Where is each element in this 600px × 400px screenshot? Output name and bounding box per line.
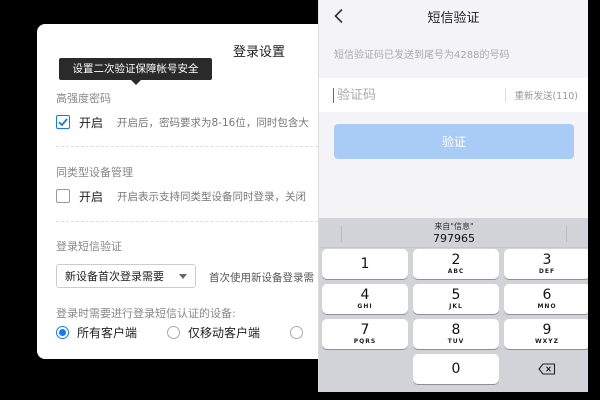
back-arrow-icon[interactable]: [332, 8, 346, 24]
key-number: 3: [542, 251, 552, 268]
key-2[interactable]: 2 ABC: [413, 249, 499, 279]
security-tooltip: 设置二次验证保障帐号安全: [59, 58, 212, 85]
key-letters: GHI: [357, 302, 373, 310]
keypad: 1 2 ABC 3 DEF 4 GHI 5 JKL 6 MNO 7 PQRS 8 TUV 9W…: [319, 248, 588, 384]
strong-password-section-label: 高强度密码: [56, 92, 111, 105]
device-management-description: 开启表示支持同类型设备同时登录，关闭: [117, 190, 307, 203]
radio-mobile-only-label: 仅移动客户端: [188, 326, 261, 340]
key-blank: [322, 354, 408, 384]
radio-all-clients[interactable]: [56, 326, 69, 339]
resend-button[interactable]: 重新发送(110): [505, 88, 578, 102]
key-7[interactable]: 7 PQRS: [322, 319, 408, 349]
key-letters: TUV: [447, 337, 465, 345]
device-management-row: 开启 开启表示支持同类型设备同时登录，关闭: [56, 187, 306, 205]
key-number: 1: [360, 255, 370, 272]
key-3[interactable]: 3 DEF: [504, 249, 588, 279]
sms-code-input[interactable]: [333, 87, 483, 103]
strong-password-description: 开启后，密码要求为8-16位，同时包含大: [117, 116, 309, 129]
otp-suggestion[interactable]: 来自"信息" 797965: [319, 218, 588, 248]
sms-policy-select[interactable]: 新设备首次登录需要: [56, 264, 196, 288]
key-number: 4: [360, 286, 370, 303]
radio-third-option[interactable]: [290, 326, 304, 339]
radio-all-clients-label: 所有客户端: [77, 326, 138, 340]
sms-policy-select-value: 新设备首次登录需要: [65, 270, 164, 283]
otp-suggestion-code: 797965: [433, 231, 475, 245]
device-management-checkbox[interactable]: [56, 189, 70, 203]
sms-login-section-label: 登录短信验证: [56, 240, 122, 253]
numeric-keyboard: 来自"信息" 797965 1 2 ABC 3 DEF 4 GHI 5 JKL 6 MNO…: [319, 218, 588, 392]
verify-button[interactable]: 验证: [334, 124, 574, 159]
otp-suggestion-source: 来自"信息": [434, 221, 474, 231]
backspace-icon: [538, 363, 556, 375]
key-9[interactable]: 9 WXYZ: [504, 319, 588, 349]
key-number: 8: [451, 321, 461, 338]
key-letters: JKL: [449, 302, 463, 310]
key-number: 7: [360, 321, 370, 338]
key-letters: PQRS: [353, 337, 377, 345]
sms-code-row: 重新发送(110): [319, 78, 588, 112]
key-number: 5: [451, 286, 461, 303]
sms-sent-info: 短信验证码已发送到尾号为4288的号码: [334, 50, 510, 61]
key-8[interactable]: 8 TUV: [413, 319, 499, 349]
sms-devices-label: 登录时需要进行登录短信认证的设备:: [56, 307, 236, 320]
strong-password-option-label: 开启: [79, 115, 104, 130]
key-5[interactable]: 5 JKL: [413, 284, 499, 314]
key-0[interactable]: 0: [413, 354, 499, 384]
strong-password-checkbox[interactable]: [56, 115, 70, 129]
key-letters: MNO: [537, 302, 557, 310]
divider: [56, 146, 318, 147]
settings-title: 登录设置: [233, 45, 286, 60]
key-letters: DEF: [538, 267, 556, 275]
key-number: 0: [451, 360, 461, 377]
sms-devices-radio-group: 所有客户端 仅移动客户端: [56, 324, 311, 341]
strong-password-row: 开启 开启后，密码要求为8-16位，同时包含大: [56, 113, 309, 131]
page-title: 短信验证: [427, 11, 480, 26]
sms-verification-phone: 短信验证 短信验证码已发送到尾号为4288的号码 重新发送(110) 验证 来自…: [318, 0, 588, 392]
login-settings-panel: 登录设置 设置二次验证保障帐号安全 高强度密码 开启 开启后，密码要求为8-16…: [37, 24, 337, 359]
key-1[interactable]: 1: [322, 249, 408, 279]
nav-bar: 短信验证: [319, 0, 588, 33]
delete-key[interactable]: [504, 354, 588, 384]
key-letters: ABC: [447, 267, 465, 275]
sms-policy-hint: 首次使用新设备登录需: [209, 272, 314, 284]
device-management-section-label: 同类型设备管理: [56, 166, 133, 179]
key-4[interactable]: 4 GHI: [322, 284, 408, 314]
divider: [56, 221, 318, 222]
chevron-down-icon: [179, 273, 187, 279]
device-management-option-label: 开启: [79, 189, 104, 204]
key-letters: WXYZ: [535, 337, 559, 345]
key-6[interactable]: 6 MNO: [504, 284, 588, 314]
key-number: 2: [451, 251, 461, 268]
key-number: 9: [542, 321, 552, 338]
checkmark-icon: [58, 118, 68, 127]
key-number: 6: [542, 286, 552, 303]
radio-mobile-only[interactable]: [167, 326, 181, 339]
